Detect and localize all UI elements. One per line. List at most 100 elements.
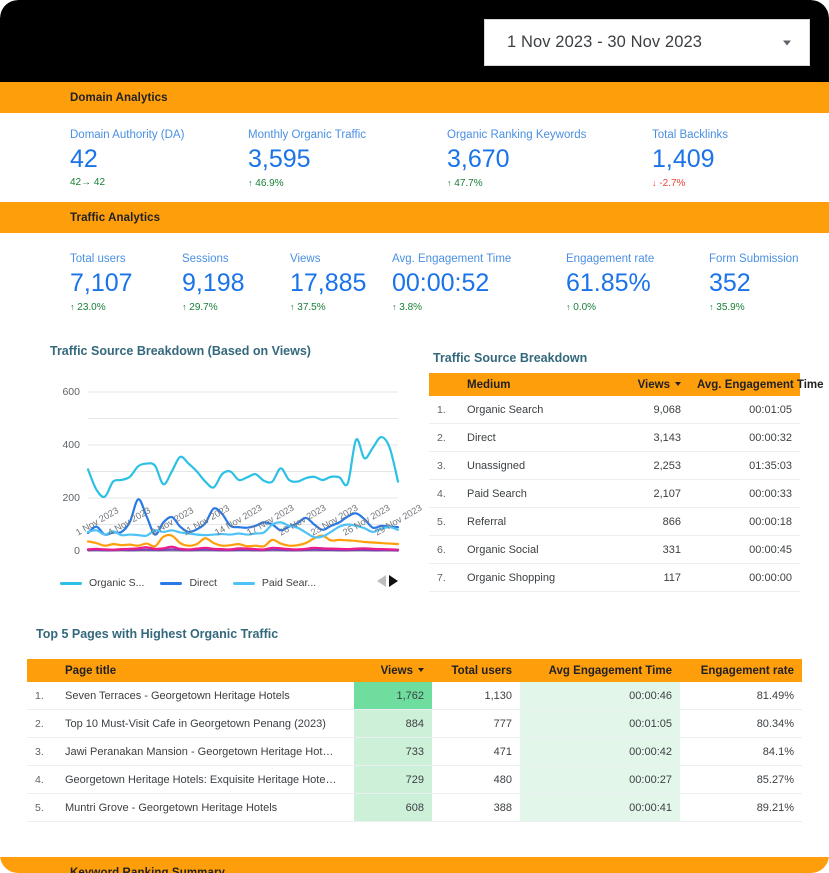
- row-index: 3.: [27, 737, 57, 766]
- table-row[interactable]: 1. Organic Search 9,068 00:01:05: [429, 396, 800, 424]
- cell-page-title: Seven Terraces - Georgetown Heritage Hot…: [57, 682, 354, 710]
- cell-avg-engagement-time: 00:01:05: [520, 709, 680, 738]
- section-title: Traffic Analytics: [70, 211, 161, 224]
- col-medium[interactable]: Medium: [459, 373, 609, 396]
- cell-views: 729: [354, 765, 432, 794]
- metric-value: 3,670: [447, 145, 510, 173]
- table-row[interactable]: 7. Organic Shopping 117 00:00:00: [429, 563, 800, 592]
- cell-views: 117: [609, 563, 689, 592]
- cell-views: 2,253: [609, 451, 689, 480]
- cell-avg-engagement-time: 00:00:41: [520, 793, 680, 822]
- table-header-row: Medium Views Avg. Engagement Time: [429, 373, 824, 396]
- legend-pager[interactable]: [377, 575, 398, 587]
- metric-label: Engagement rate: [566, 253, 655, 265]
- dashboard-page: 1 Nov 2023 - 30 Nov 2023 Domain Analytic…: [0, 0, 829, 873]
- row-index: 3.: [429, 451, 459, 480]
- y-axis-tick: 400: [62, 439, 80, 451]
- metric-delta-value: 46.9%: [255, 178, 284, 189]
- metric-delta: ↓ -2.7%: [652, 177, 728, 190]
- metric-value: 352: [709, 269, 751, 297]
- row-index: 2.: [27, 709, 57, 738]
- row-index: 7.: [429, 563, 459, 592]
- sort-desc-icon[interactable]: [675, 382, 681, 387]
- trend-arrow-icon: ↓: [652, 178, 657, 188]
- top-pages-table-title: Top 5 Pages with Highest Organic Traffic: [36, 627, 279, 641]
- cell-views: 733: [354, 737, 432, 766]
- table-row[interactable]: 5. Muntri Grove - Georgetown Heritage Hot…: [27, 793, 802, 822]
- traffic-metric: Avg. Engagement Time 00:00:52 ↑ 3.8%: [392, 252, 511, 314]
- legend-item[interactable]: Paid Sear...: [232, 577, 316, 589]
- trend-arrow-icon: ↑: [290, 302, 295, 312]
- metric-delta: ↑ 29.7%: [182, 301, 245, 314]
- chevron-down-icon[interactable]: [783, 40, 791, 45]
- traffic-metric: Sessions 9,198 ↑ 29.7%: [182, 252, 245, 314]
- metric-value: 7,107: [70, 269, 133, 297]
- table-row[interactable]: 2. Direct 3,143 00:00:32: [429, 423, 800, 452]
- cell-views: 608: [354, 793, 432, 822]
- row-index: 4.: [429, 479, 459, 508]
- legend-item[interactable]: Organic S...: [60, 577, 144, 589]
- cell-page-title: Georgetown Heritage Hotels: Exquisite He…: [57, 765, 354, 794]
- table-row[interactable]: 2. Top 10 Must-Visit Cafe in Georgetown P…: [27, 709, 802, 738]
- traffic-source-table-title: Traffic Source Breakdown: [433, 351, 588, 365]
- table-row[interactable]: 3. Jawi Peranakan Mansion - Georgetown He…: [27, 737, 802, 766]
- cell-total-users: 1,130: [432, 682, 520, 710]
- cell-avg-engagement-time: 00:01:05: [689, 396, 800, 424]
- col-views[interactable]: Views: [354, 659, 432, 682]
- section-header-traffic-analytics: Traffic Analytics: [0, 202, 829, 233]
- chart-legend: Organic S... Direct Paid Sear...: [60, 573, 408, 593]
- date-range-selector[interactable]: 1 Nov 2023 - 30 Nov 2023: [484, 19, 810, 66]
- metric-value: 17,885: [290, 269, 367, 297]
- top-pages-table: Page title Views Total users Avg Engagem…: [27, 659, 802, 822]
- table-row[interactable]: 3. Unassigned 2,253 01:35:03: [429, 451, 800, 480]
- cell-page-title: Top 10 Must-Visit Cafe in Georgetown Pen…: [57, 709, 354, 738]
- legend-label: Direct: [189, 577, 217, 589]
- cell-medium: Paid Search: [459, 479, 609, 508]
- metric-label: Organic Ranking Keywords: [447, 129, 587, 141]
- table-row[interactable]: 5. Referral 866 00:00:18: [429, 507, 800, 536]
- metric-label: Sessions: [182, 253, 229, 265]
- table-row[interactable]: 4. Georgetown Heritage Hotels: Exquisite …: [27, 765, 802, 794]
- cell-page-title: Muntri Grove - Georgetown Heritage Hotel…: [57, 793, 354, 822]
- col-avg-engagement-time[interactable]: Avg Engagement Time: [520, 659, 680, 682]
- metric-label: Form Submission: [709, 253, 799, 265]
- cell-engagement-rate: 84.1%: [680, 737, 802, 766]
- col-index: [27, 659, 57, 682]
- table-header-row: Page title Views Total users Avg Engagem…: [27, 659, 802, 682]
- cell-avg-engagement-time: 01:35:03: [689, 451, 800, 480]
- cell-views: 2,107: [609, 479, 689, 508]
- col-total-users[interactable]: Total users: [432, 659, 520, 682]
- metric-value: 42: [70, 145, 98, 173]
- metric-label: Views: [290, 253, 321, 265]
- col-page-title[interactable]: Page title: [57, 659, 354, 682]
- chart-x-axis: 1 Nov 2023 4 Nov 2023 8 Nov 2023 11 Nov 202…: [36, 503, 424, 573]
- metric-label: Avg. Engagement Time: [392, 253, 512, 265]
- table-row[interactable]: 6. Organic Social 331 00:00:45: [429, 535, 800, 564]
- trend-arrow-icon: ↑: [182, 302, 187, 312]
- table-row[interactable]: 1. Seven Terraces - Georgetown Heritage H…: [27, 682, 802, 710]
- traffic-metric: Engagement rate 61.85% ↑ 0.0%: [566, 252, 654, 314]
- section-title: Domain Analytics: [70, 91, 168, 104]
- cell-engagement-rate: 89.21%: [680, 793, 802, 822]
- cell-views: 884: [354, 709, 432, 738]
- row-index: 1.: [429, 396, 459, 424]
- legend-item[interactable]: Direct: [160, 577, 217, 589]
- y-axis-tick: 600: [62, 386, 80, 398]
- col-index: [429, 373, 459, 396]
- legend-prev-icon[interactable]: [377, 575, 386, 587]
- col-views[interactable]: Views: [609, 373, 689, 396]
- row-index: 5.: [429, 507, 459, 536]
- col-avg-engagement-time[interactable]: Avg. Engagement Time: [689, 373, 824, 396]
- sort-desc-icon[interactable]: [418, 668, 424, 673]
- cell-medium: Direct: [459, 423, 609, 452]
- legend-next-icon[interactable]: [389, 575, 398, 587]
- y-axis-tick: 200: [62, 492, 80, 504]
- trend-arrow-icon: ↑: [709, 302, 714, 312]
- metric-delta: ↑ 46.9%: [248, 177, 366, 190]
- table-row[interactable]: 4. Paid Search 2,107 00:00:33: [429, 479, 800, 508]
- cell-avg-engagement-time: 00:00:32: [689, 423, 800, 452]
- metric-delta: ↑ 0.0%: [566, 301, 654, 314]
- cell-engagement-rate: 85.27%: [680, 765, 802, 794]
- col-engagement-rate[interactable]: Engagement rate: [680, 659, 802, 682]
- cell-medium: Organic Shopping: [459, 563, 609, 592]
